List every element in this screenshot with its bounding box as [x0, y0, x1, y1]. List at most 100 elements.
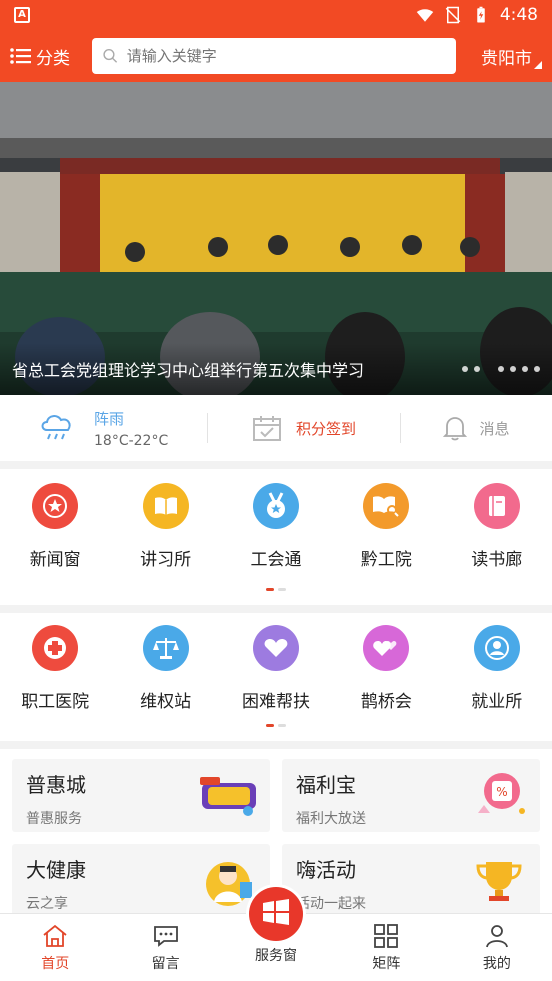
grid-label: 维权站: [140, 692, 192, 712]
grid-label: 鹊桥会: [360, 692, 412, 712]
nav-label: 留言: [151, 956, 180, 972]
star-badge-icon: [32, 483, 79, 529]
corner-triangle-icon: [534, 60, 542, 69]
pagination-dot[interactable]: [522, 366, 528, 372]
weather-condition: 阵雨: [94, 409, 125, 428]
app-badge-icon: A: [14, 7, 30, 23]
calendar-check-icon: [252, 416, 281, 441]
grid-pager: [0, 588, 552, 591]
open-book-icon: [142, 483, 189, 529]
weather-temperature: 18°C-22°C: [94, 432, 169, 449]
grid-item-matchmaking[interactable]: 鹊桥会: [331, 625, 441, 712]
grid-label: 黔工院: [360, 550, 412, 570]
weather-widget[interactable]: 阵雨 18°C-22°C: [0, 408, 207, 449]
grid-label: 工会通: [250, 550, 302, 570]
grid-item-news[interactable]: 新闻窗: [0, 483, 110, 570]
grid-item-hospital[interactable]: 职工医院: [0, 625, 110, 712]
nav-label: 矩阵: [372, 956, 401, 972]
service-window-button[interactable]: [246, 884, 307, 944]
info-bar: 阵雨 18°C-22°C 积分签到 消息: [0, 395, 552, 461]
city-selector[interactable]: 贵阳市: [481, 44, 542, 69]
bell-icon: [443, 417, 468, 441]
top-header: 分类 贵阳市: [0, 30, 552, 82]
category-label: 分类: [36, 48, 70, 69]
pagination-dot[interactable]: [534, 366, 540, 372]
grid-label: 讲习所: [140, 550, 192, 570]
feature-card-health[interactable]: 大健康 云之享: [12, 844, 270, 917]
grid-pager: [0, 724, 552, 727]
search-bar[interactable]: [92, 38, 456, 74]
app-screen: A 4:48 分类 贵阳市: [0, 0, 552, 981]
search-input[interactable]: [126, 47, 446, 65]
feature-card-activity[interactable]: 嗨活动 活动一起来: [282, 844, 540, 917]
clock: 4:48: [499, 5, 538, 25]
pager-dot: [278, 724, 286, 727]
battery-icon: [477, 6, 485, 23]
person-icon: [473, 625, 520, 671]
status-bar: A 4:48: [0, 0, 552, 30]
news-banner[interactable]: 省总工会党组理论学习中心组举行第五次集中学习: [0, 82, 552, 395]
nav-label: 我的: [482, 956, 511, 972]
feature-card-fulibao[interactable]: 福利宝 福利大放送 %: [282, 759, 540, 832]
user-icon: [485, 925, 508, 948]
grid-apps-icon: [374, 924, 399, 948]
trophy-icon: [476, 862, 522, 901]
book-search-icon: [363, 483, 410, 529]
grid-item-lecture[interactable]: 讲习所: [110, 483, 220, 570]
home-icon: [43, 924, 67, 947]
grid-item-assistance[interactable]: 困难帮扶: [221, 625, 331, 712]
checkin-label: 积分签到: [295, 419, 356, 438]
nav-label: 首页: [41, 956, 70, 972]
pagination-dot[interactable]: [462, 366, 468, 372]
points-checkin-button[interactable]: 积分签到: [208, 414, 400, 442]
book-icon: [473, 483, 520, 529]
messages-label: 消息: [479, 419, 510, 438]
bottom-navigation: 首页 留言 服务窗 矩阵 我的: [0, 884, 552, 981]
windows-grid-icon: [263, 898, 290, 925]
city-label: 贵阳市: [481, 48, 532, 69]
grid-item-reading[interactable]: 读书廊: [442, 483, 552, 570]
wifi-icon: [416, 9, 434, 22]
chat-bubble-icon: [153, 926, 178, 947]
svg-text:%: %: [496, 785, 507, 799]
no-signal-icon: [445, 6, 461, 24]
service-grid-primary: 新闻窗 讲习所 工会通 黔工院 读书廊: [0, 469, 552, 605]
service-grid-secondary: 职工医院 维权站 困难帮扶 鹊桥会 就业所: [0, 613, 552, 741]
grid-label: 职工医院: [21, 692, 90, 712]
heart-hands-icon: [252, 625, 299, 671]
banner-caption: 省总工会党组理论学习中心组举行第五次集中学习: [12, 361, 365, 380]
medal-icon: [252, 483, 299, 529]
pagination-dot[interactable]: [510, 366, 516, 372]
grid-item-institute[interactable]: 黔工院: [331, 483, 441, 570]
category-button[interactable]: 分类: [10, 44, 84, 69]
promo-banner-icon: [200, 777, 256, 816]
pagination-dot[interactable]: [474, 366, 480, 372]
nav-label: 服务窗: [255, 948, 298, 964]
grid-label: 读书廊: [471, 550, 523, 570]
pager-dot: [266, 588, 274, 591]
nav-mine[interactable]: 我的: [442, 914, 552, 981]
nav-message[interactable]: 留言: [110, 914, 220, 981]
grid-label: 就业所: [471, 692, 523, 712]
grid-item-employment[interactable]: 就业所: [442, 625, 552, 712]
nav-service[interactable]: 服务窗: [221, 884, 331, 981]
rain-cloud-icon: [41, 415, 71, 440]
banner-caption-bar: 省总工会党组理论学习中心组举行第五次集中学习: [0, 343, 552, 395]
feature-card-puhui[interactable]: 普惠城 普惠服务: [12, 759, 270, 832]
scales-icon: [142, 625, 189, 671]
pagination-dot[interactable]: [498, 366, 504, 372]
grid-item-union[interactable]: 工会通: [221, 483, 331, 570]
hearts-icon: [363, 625, 410, 671]
pager-dot: [266, 724, 274, 727]
nav-home[interactable]: 首页: [0, 914, 110, 981]
grid-label: 新闻窗: [29, 550, 81, 570]
list-menu-icon: [10, 48, 31, 64]
grid-label: 困难帮扶: [241, 692, 310, 712]
grid-item-rights[interactable]: 维权站: [110, 625, 220, 712]
nav-matrix[interactable]: 矩阵: [331, 914, 441, 981]
discount-ticket-icon: %: [478, 773, 525, 814]
pager-dot: [278, 588, 286, 591]
search-icon: [103, 49, 118, 63]
banner-pagination[interactable]: [462, 366, 540, 372]
messages-button[interactable]: 消息: [401, 415, 552, 441]
